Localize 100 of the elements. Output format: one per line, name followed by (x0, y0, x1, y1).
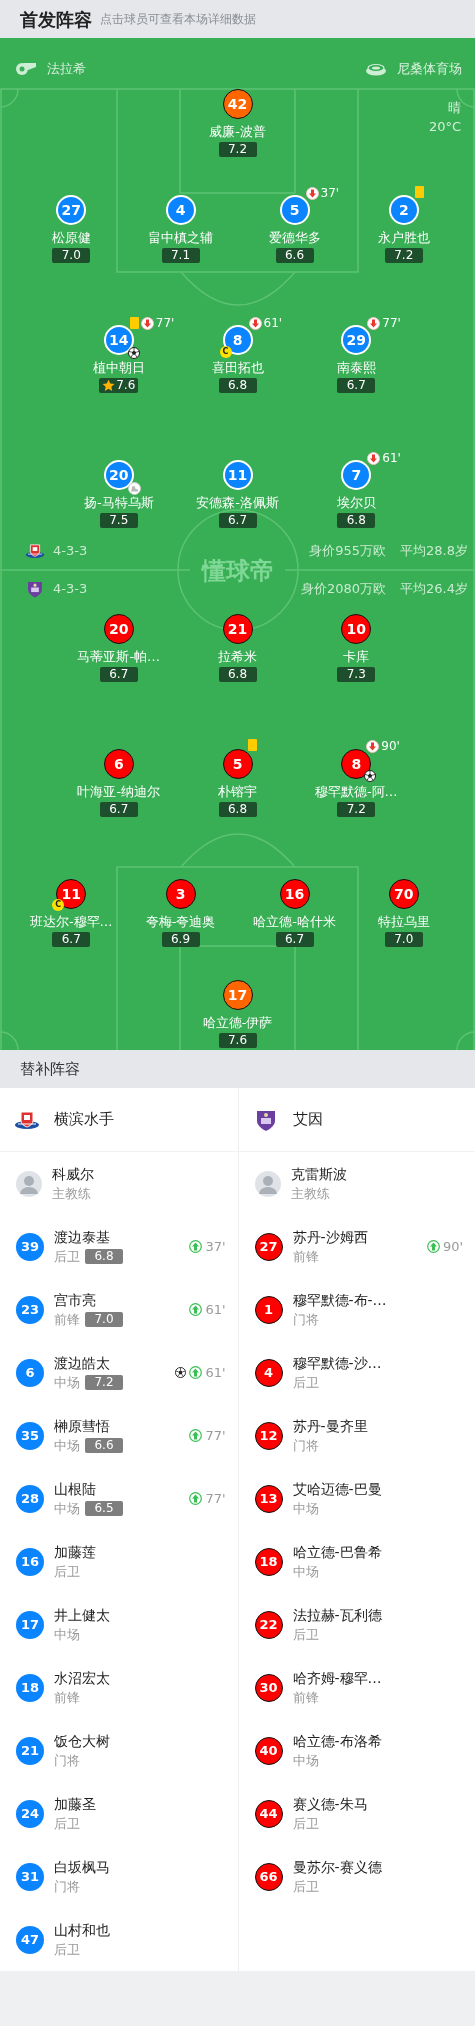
player-name: 哈立德-哈什米 (253, 914, 336, 930)
jersey-number: 16 (16, 1547, 44, 1576)
player-position: 门将 (54, 1751, 80, 1770)
player-rating: 6.6 (275, 248, 314, 263)
stadium-name: 尼桑体育场 (397, 60, 462, 79)
player-name: 宫市亮 (54, 1290, 97, 1310)
jersey-number: 6 (103, 749, 134, 779)
substitution-in-icon (189, 1303, 203, 1316)
whistle-icon (15, 62, 37, 76)
captain-badge: C (52, 899, 65, 911)
player-rating: 7.5 (99, 513, 138, 528)
player-position: 后卫 (292, 1625, 319, 1644)
player-rating: 6.8 (218, 667, 257, 682)
player-rating: 7.3 (337, 667, 376, 682)
jersey-number: 21 (222, 614, 253, 644)
player-name: 拉希米 (218, 649, 257, 665)
squad-value-text: 身价955万欧 (309, 542, 387, 561)
player-name: 渡边泰基 (54, 1227, 111, 1247)
star-icon (102, 379, 116, 392)
jersey-number: 13 (254, 1484, 283, 1513)
boot-icon (127, 482, 141, 495)
stadium-icon (365, 62, 387, 76)
player-position: 中场 (292, 1751, 319, 1770)
player-rating: 7.2 (384, 248, 423, 263)
player-name: 水沼宏太 (54, 1668, 110, 1688)
substitution-minute: 61' (263, 316, 283, 330)
player-rating: 6.8 (218, 378, 257, 393)
substitution-minute: 61' (205, 1300, 226, 1319)
player-name: 夸梅-夸迪奥 (145, 914, 216, 930)
player-name: 安德森-洛佩斯 (196, 495, 279, 511)
player-position: 中场 (54, 1625, 80, 1644)
player-position: 前锋 (54, 1310, 80, 1329)
coach-role: 主教练 (290, 1184, 331, 1203)
player-name: 哈立德-伊萨 (202, 1015, 273, 1031)
jersey-number: 27 (56, 195, 87, 225)
jersey-number: 12 (254, 1421, 283, 1450)
player-name: 特拉乌里 (377, 914, 430, 930)
substitution-minute: 37' (320, 186, 340, 200)
player-position: 中场 (292, 1562, 319, 1581)
jersey-number: 42 (222, 89, 253, 119)
average-age-text: 平均26.4岁 (400, 580, 468, 599)
player-name: 喜田拓也 (211, 360, 264, 376)
player-name: 松原健 (51, 230, 91, 246)
coach-avatar-icon (16, 1170, 42, 1197)
player-rating: 7.2 (218, 142, 257, 157)
player-name: 植中朝日 (92, 360, 145, 376)
player-rating: 6.7 (99, 667, 138, 682)
player-position: 中场 (54, 1499, 80, 1518)
player-name: 马蒂亚斯-帕… (77, 649, 161, 665)
team-crest-icon (25, 579, 45, 599)
squad-value-text: 身价2080万欧 (300, 580, 387, 599)
jersey-number: 28 (16, 1484, 44, 1513)
player-rating: 7.6 (218, 1033, 257, 1048)
player-rating: 7.2 (337, 802, 376, 817)
jersey-number: 40 (254, 1736, 283, 1765)
player-name: 法拉赫-瓦利德 (292, 1605, 382, 1625)
jersey-number: 66 (254, 1862, 283, 1891)
pitch-logo: 懂球帝 (202, 557, 274, 585)
player-rating: 7.6 (99, 378, 139, 393)
player-name: 加藤圣 (54, 1794, 96, 1814)
jersey-number: 31 (16, 1862, 44, 1891)
jersey-number: 16 (279, 879, 310, 909)
player-position: 后卫 (54, 1247, 80, 1266)
coach-name: 科威尔 (52, 1164, 94, 1184)
player-rating: 6.7 (52, 932, 91, 947)
player-rating: 6.9 (161, 932, 200, 947)
player-rating: 6.8 (218, 802, 257, 817)
substitution-out-icon (366, 739, 380, 753)
team-name: 横滨水手 (54, 1109, 114, 1131)
soccer-ball-icon (175, 1367, 187, 1378)
player-position: 后卫 (292, 1373, 319, 1392)
captain-badge: C (219, 346, 232, 358)
player-rating: 6.5 (85, 1501, 123, 1516)
substitution-in-icon (189, 1366, 203, 1379)
player-position: 后卫 (292, 1877, 319, 1896)
player-position: 后卫 (54, 1940, 80, 1959)
substitution-out-icon (248, 316, 262, 330)
substitution-minute: 37' (205, 1237, 226, 1256)
player-name: 穆罕默德-布-… (292, 1290, 387, 1310)
average-age-text: 平均28.8岁 (400, 542, 468, 561)
player-name: 白坂枫马 (54, 1857, 110, 1877)
player-name: 班达尔-穆罕… (29, 914, 113, 930)
player-name: 哈齐姆-穆罕… (292, 1668, 382, 1688)
player-name: 威廉-波普 (209, 124, 266, 140)
player-position: 前锋 (54, 1688, 80, 1707)
jersey-number: 4 (165, 195, 196, 225)
player-rating: 6.6 (85, 1438, 123, 1453)
player-name: 渡边皓太 (54, 1353, 111, 1373)
player-name: 井上健太 (54, 1605, 110, 1625)
formation-text: 4-3-3 (53, 542, 88, 561)
jersey-number: 6 (16, 1358, 44, 1387)
booking-card-icon (247, 739, 257, 751)
substitution-minute: 61' (205, 1363, 226, 1382)
player-position: 中场 (292, 1499, 319, 1518)
substitution-in-icon (426, 1240, 440, 1253)
player-name: 爱德华多 (268, 230, 321, 246)
substitution-in-icon (189, 1429, 203, 1442)
coach-name: 克雷斯波 (290, 1164, 347, 1184)
player-rating: 6.7 (275, 932, 314, 947)
jersey-number: 1 (254, 1295, 283, 1324)
